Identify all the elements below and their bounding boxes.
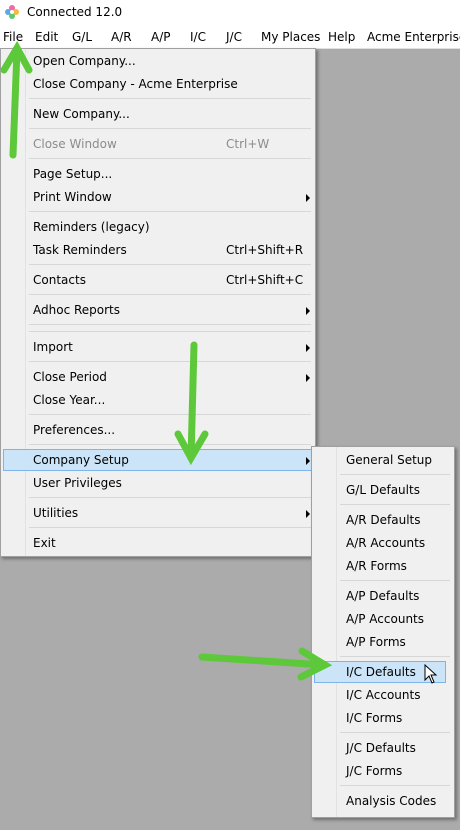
- separator: [29, 444, 311, 445]
- menu-bar: File Edit G/L A/R A/P I/C J/C My Places …: [0, 26, 460, 49]
- connected-app-logo-icon: [5, 5, 19, 19]
- title-bar: Connected 12.0: [0, 0, 460, 26]
- menu-item-print-window[interactable]: Print Window: [3, 186, 313, 208]
- separator: [29, 294, 311, 295]
- company-setup-submenu: General Setup G/L Defaults A/R Defaults …: [311, 446, 455, 818]
- window-title: Connected 12.0: [27, 5, 123, 19]
- menu-item-task-reminders[interactable]: Task Reminders Ctrl+Shift+R: [3, 239, 313, 261]
- menu-item-close-year[interactable]: Close Year...: [3, 389, 313, 411]
- menu-item-close-window: Close Window Ctrl+W: [33, 137, 270, 151]
- submenu-item-ic-accounts[interactable]: I/C Accounts: [314, 684, 450, 706]
- submenu-item-general-setup[interactable]: General Setup: [314, 449, 450, 471]
- menu-item-reminders[interactable]: Reminders (legacy): [3, 216, 313, 238]
- separator: [29, 324, 311, 325]
- separator: [340, 785, 450, 786]
- submenu-item-ar-forms[interactable]: A/R Forms: [314, 555, 450, 577]
- menu-ic[interactable]: I/C: [190, 30, 206, 44]
- separator: [29, 331, 311, 332]
- separator: [29, 527, 311, 528]
- submenu-item-analysis-codes[interactable]: Analysis Codes: [314, 790, 450, 812]
- separator: [29, 98, 311, 99]
- submenu-item-ar-accounts[interactable]: A/R Accounts: [314, 532, 450, 554]
- separator: [340, 474, 450, 475]
- menu-ar[interactable]: A/R: [111, 30, 132, 44]
- menu-item-contacts[interactable]: Contacts Ctrl+Shift+C: [3, 269, 313, 291]
- menu-help[interactable]: Help: [328, 30, 355, 44]
- separator: [340, 504, 450, 505]
- menu-item-utilities[interactable]: Utilities: [3, 502, 313, 524]
- menu-file[interactable]: File: [3, 30, 23, 44]
- submenu-arrow-icon: [306, 194, 310, 202]
- menu-jc[interactable]: J/C: [226, 30, 242, 44]
- menu-item-page-setup[interactable]: Page Setup...: [3, 163, 313, 185]
- submenu-item-jc-defaults[interactable]: J/C Defaults: [314, 737, 450, 759]
- mouse-cursor-icon: [424, 664, 438, 684]
- submenu-arrow-icon: [306, 374, 310, 382]
- menu-edit[interactable]: Edit: [35, 30, 58, 44]
- menu-item-open-company[interactable]: Open Company...: [3, 50, 313, 72]
- submenu-item-ar-defaults[interactable]: A/R Defaults: [314, 509, 450, 531]
- submenu-arrow-icon: [306, 457, 310, 465]
- separator: [340, 580, 450, 581]
- submenu-item-ap-defaults[interactable]: A/P Defaults: [314, 585, 450, 607]
- menu-item-user-privileges[interactable]: User Privileges: [3, 472, 313, 494]
- submenu-item-jc-forms[interactable]: J/C Forms: [314, 760, 450, 782]
- menu-item-close-period[interactable]: Close Period: [3, 366, 313, 388]
- menu-my-places[interactable]: My Places: [261, 30, 320, 44]
- separator: [340, 656, 450, 657]
- menu-item-new-company[interactable]: New Company...: [3, 103, 313, 125]
- menu-item-preferences[interactable]: Preferences...: [3, 419, 313, 441]
- menu-item-exit[interactable]: Exit: [3, 532, 313, 554]
- submenu-arrow-icon: [306, 510, 310, 518]
- separator: [29, 264, 311, 265]
- submenu-item-ap-accounts[interactable]: A/P Accounts: [314, 608, 450, 630]
- menu-gl[interactable]: G/L: [72, 30, 92, 44]
- separator: [29, 158, 311, 159]
- menu-item-company-setup[interactable]: Company Setup: [3, 449, 313, 471]
- menu-ap[interactable]: A/P: [151, 30, 171, 44]
- separator: [29, 497, 311, 498]
- separator: [29, 128, 311, 129]
- submenu-arrow-icon: [306, 307, 310, 315]
- separator: [29, 361, 311, 362]
- menu-company-name[interactable]: Acme Enterprise: [367, 30, 460, 44]
- shortcut-task-reminders: Ctrl+Shift+R: [226, 243, 304, 257]
- submenu-item-ic-forms[interactable]: I/C Forms: [314, 707, 450, 729]
- submenu-item-gl-defaults[interactable]: G/L Defaults: [314, 479, 450, 501]
- submenu-arrow-icon: [306, 344, 310, 352]
- separator: [340, 732, 450, 733]
- shortcut-contacts: Ctrl+Shift+C: [226, 273, 304, 287]
- shortcut-close-window: Ctrl+W: [226, 137, 270, 151]
- menu-item-close-company[interactable]: Close Company - Acme Enterprise: [3, 73, 313, 95]
- annotation-arrow-ic-defaults: [198, 647, 333, 681]
- file-menu: Open Company... Close Company - Acme Ent…: [0, 48, 316, 557]
- separator: [29, 414, 311, 415]
- separator: [29, 211, 311, 212]
- menu-item-import[interactable]: Import: [3, 336, 313, 358]
- menu-item-adhoc-reports[interactable]: Adhoc Reports: [3, 299, 313, 321]
- submenu-item-ap-forms[interactable]: A/P Forms: [314, 631, 450, 653]
